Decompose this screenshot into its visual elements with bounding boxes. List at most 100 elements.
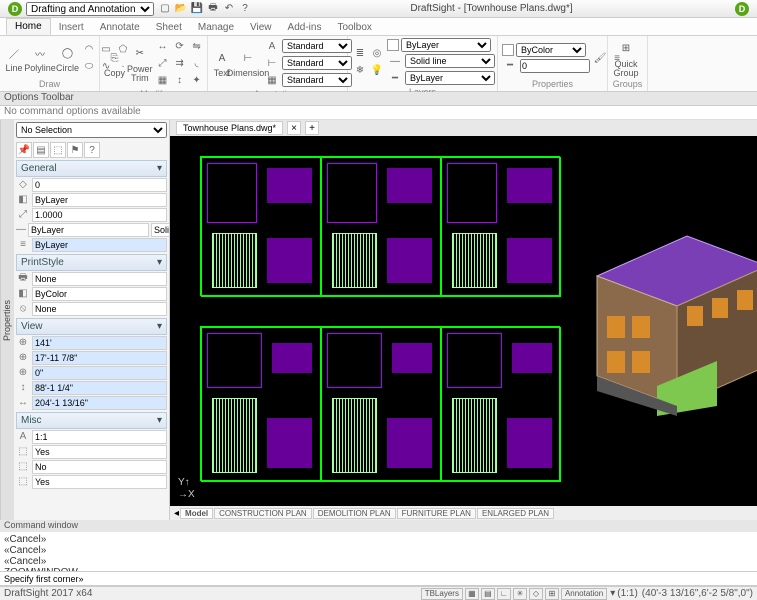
color-swatch[interactable] <box>502 44 514 56</box>
tab-toolbox[interactable]: Toolbox <box>329 20 379 35</box>
model-viewport[interactable]: Y↑ →X <box>170 136 757 506</box>
new-icon[interactable]: ▢ <box>158 2 172 16</box>
undo-icon[interactable]: ↶ <box>222 2 236 16</box>
color-select[interactable]: ByColor <box>516 43 586 57</box>
textstyle-select[interactable]: Standard <box>282 39 352 53</box>
misc-a-field[interactable] <box>32 430 167 444</box>
tablestyle-select[interactable]: Standard <box>282 73 352 87</box>
scale-icon[interactable]: ⤢ <box>155 55 171 71</box>
powertrim-button[interactable]: ✂Power Trim <box>127 44 153 83</box>
section-misc[interactable]: Misc▾ <box>16 412 167 429</box>
add-tab-icon[interactable]: + <box>305 121 319 135</box>
filter-icon[interactable]: ▤ <box>33 142 49 158</box>
width-input[interactable] <box>520 59 590 73</box>
open-icon[interactable]: 📂 <box>174 2 188 16</box>
dimension-button[interactable]: ⊢Dimension <box>234 48 262 78</box>
section-view[interactable]: View▾ <box>16 318 167 335</box>
layermgr-icon[interactable]: ≣ <box>352 46 368 62</box>
etrack-icon[interactable]: ⊞ <box>545 588 559 600</box>
printnone-field[interactable] <box>32 302 167 316</box>
linetype-field[interactable] <box>28 223 149 237</box>
layeriso-icon[interactable]: ◎ <box>369 46 385 62</box>
save-icon[interactable]: 💾 <box>190 2 204 16</box>
quickselect-icon[interactable]: ⚑ <box>67 142 83 158</box>
array-icon[interactable]: ▦ <box>155 72 171 88</box>
rotate-icon[interactable]: ⟳ <box>172 38 188 54</box>
tab-insert[interactable]: Insert <box>51 20 92 35</box>
workspace-switcher[interactable]: Drafting and Annotation <box>26 2 154 16</box>
lineweight-select[interactable]: ByLayer <box>405 71 495 85</box>
circle-button[interactable]: ◯Circle <box>56 43 79 73</box>
explode-icon[interactable]: ✦ <box>189 72 205 88</box>
tab-annotate[interactable]: Annotate <box>92 20 148 35</box>
modify-flyouts[interactable]: ↔ ⟳ ⇋ ⤢ ⇉ ◟ ▦ ↕ ✦ <box>155 38 205 88</box>
pick-icon[interactable]: ⬚ <box>50 142 66 158</box>
printstyle-field[interactable] <box>32 272 167 286</box>
anno-button[interactable]: Annotation <box>561 588 607 600</box>
view-w-field[interactable] <box>32 396 167 410</box>
bylayer-field[interactable] <box>32 238 167 252</box>
misc-d-field[interactable] <box>32 475 167 489</box>
selection-dropdown[interactable]: No Selection <box>16 122 167 138</box>
layer-field[interactable] <box>32 178 167 192</box>
layout-tab[interactable]: CONSTRUCTION PLAN <box>214 508 312 519</box>
layout-tab-model[interactable]: Model <box>180 508 213 519</box>
fillet-icon[interactable]: ◟ <box>189 55 205 71</box>
section-printstyle[interactable]: PrintStyle▾ <box>16 254 167 271</box>
tab-nav-left-icon[interactable]: ◂ <box>174 508 179 519</box>
polar-icon[interactable]: ✳ <box>513 588 527 600</box>
command-input[interactable]: Specify first corner» <box>0 572 757 586</box>
snap-icon[interactable]: ▦ <box>465 588 479 600</box>
copy-button[interactable]: ⎘Copy <box>104 48 125 78</box>
layout-tab[interactable]: ENLARGED PLAN <box>477 508 554 519</box>
offset-icon[interactable]: ⇉ <box>172 55 188 71</box>
move-icon[interactable]: ↔ <box>155 38 171 54</box>
linetype-select[interactable]: Solid line <box>405 54 495 68</box>
misc-c-field[interactable] <box>32 460 167 474</box>
layer-tools[interactable]: ≣ ◎ ❄ 💡 <box>352 46 385 79</box>
tab-manage[interactable]: Manage <box>190 20 242 35</box>
line-button[interactable]: ／Line <box>4 43 24 73</box>
help2-icon[interactable]: ? <box>84 142 100 158</box>
quickgroup-button[interactable]: ⊞Quick Group <box>612 39 640 78</box>
color-field[interactable] <box>32 193 167 207</box>
properties-tab[interactable]: Properties <box>0 120 14 520</box>
layout-tab[interactable]: DEMOLITION PLAN <box>313 508 396 519</box>
textstyle-icon[interactable]: A <box>264 38 280 54</box>
linestyle-field[interactable] <box>151 223 169 237</box>
document-tab[interactable]: Townhouse Plans.dwg* <box>176 121 283 135</box>
view-y-field[interactable] <box>32 351 167 365</box>
tblayers-button[interactable]: TBLayers <box>421 588 463 600</box>
view-z-field[interactable] <box>32 366 167 380</box>
grid-icon[interactable]: ▤ <box>481 588 495 600</box>
layer-select[interactable]: ByLayer <box>401 38 491 52</box>
scale-field[interactable] <box>32 208 167 222</box>
layerfrz-icon[interactable]: ❄ <box>352 63 368 79</box>
print-icon[interactable]: 🖶 <box>206 2 220 16</box>
tab-addins[interactable]: Add-ins <box>280 20 330 35</box>
layout-tab[interactable]: FURNITURE PLAN <box>397 508 476 519</box>
pin-icon[interactable]: 📌 <box>16 142 32 158</box>
ortho-icon[interactable]: ∟ <box>497 588 511 600</box>
tab-view[interactable]: View <box>242 20 280 35</box>
ellipse-icon[interactable]: ⬭ <box>81 59 97 75</box>
close-tab-icon[interactable]: × <box>287 121 301 135</box>
tab-sheet[interactable]: Sheet <box>148 20 190 35</box>
arc-icon[interactable]: ◠ <box>81 42 97 58</box>
dimstyle-icon[interactable]: ⊢ <box>264 55 280 71</box>
view-x-field[interactable] <box>32 336 167 350</box>
printcolor-field[interactable] <box>32 287 167 301</box>
match-icon[interactable]: 🖌 <box>592 50 608 66</box>
dimstyle-select[interactable]: Standard <box>282 56 352 70</box>
help-icon[interactable]: ? <box>238 2 252 16</box>
layeroff-icon[interactable]: 💡 <box>369 63 385 79</box>
section-general[interactable]: General▾ <box>16 160 167 177</box>
polyline-button[interactable]: 〰Polyline <box>26 43 54 73</box>
stretch-icon[interactable]: ↕ <box>172 72 188 88</box>
osnap-icon[interactable]: ◇ <box>529 588 543 600</box>
tab-home[interactable]: Home <box>6 18 51 35</box>
mirror-icon[interactable]: ⇋ <box>189 38 205 54</box>
workspace-select[interactable]: Drafting and Annotation <box>26 2 154 16</box>
view-h-field[interactable] <box>32 381 167 395</box>
misc-b-field[interactable] <box>32 445 167 459</box>
